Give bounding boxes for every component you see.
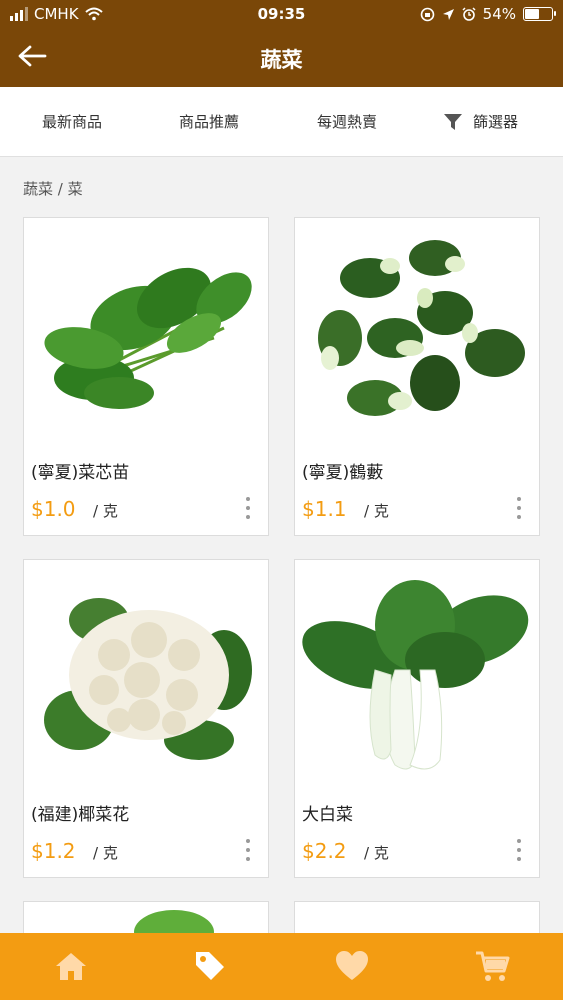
nav-deals[interactable] (190, 948, 230, 984)
more-options-icon[interactable] (242, 836, 254, 864)
filter-icon (444, 113, 462, 130)
nav-home[interactable] (51, 948, 91, 984)
status-right: 54% (420, 5, 556, 23)
tag-icon (196, 952, 224, 980)
orientation-lock-icon (420, 7, 434, 21)
battery-fill (525, 9, 539, 19)
product-unit: / 克 (93, 844, 118, 862)
product-price: $1.2 (31, 839, 76, 863)
product-price: $1.0 (31, 497, 76, 521)
tab-filter[interactable]: 篩選器 (443, 111, 518, 132)
product-image (44, 267, 252, 409)
product-price: $1.1 (302, 497, 347, 521)
product-image (302, 580, 529, 770)
bottom-nav (0, 933, 563, 1000)
product-card[interactable]: 大白菜 $2.2 / 克 (294, 559, 540, 878)
product-card[interactable]: (寧夏)菜芯苗 $1.0 / 克 (23, 217, 269, 536)
page-title: 蔬菜 (260, 48, 303, 72)
product-card[interactable]: (寧夏)鶴藪 $1.1 / 克 (294, 217, 540, 536)
more-options-icon[interactable] (242, 494, 254, 522)
product-name: (寧夏)鶴藪 (302, 463, 384, 483)
cart-icon (476, 951, 510, 981)
tab-weekly-hot[interactable]: 每週熱賣 (317, 111, 377, 132)
app-header: CMHK 09:35 54% 蔬菜 (0, 0, 563, 87)
back-button[interactable] (14, 40, 50, 72)
product-name: 大白菜 (302, 805, 353, 825)
nav-favorites[interactable] (332, 948, 372, 984)
product-price: $2.2 (302, 839, 347, 863)
battery-percent: 54% (482, 5, 516, 23)
product-card[interactable]: (福建)椰菜花 $1.2 / 克 (23, 559, 269, 878)
product-unit: / 克 (364, 502, 389, 520)
tab-newest[interactable]: 最新商品 (42, 111, 102, 132)
tab-recommended[interactable]: 商品推薦 (179, 111, 239, 132)
battery-icon (523, 7, 556, 21)
nav-cart[interactable] (472, 948, 512, 984)
location-icon (442, 8, 454, 20)
product-name: (寧夏)菜芯苗 (31, 463, 130, 483)
status-bar: CMHK 09:35 54% (0, 0, 563, 30)
back-arrow-icon (18, 45, 47, 67)
product-name: (福建)椰菜花 (31, 805, 130, 825)
breadcrumb: 蔬菜 / 菜 (23, 180, 83, 198)
product-unit: / 克 (93, 502, 118, 520)
product-image (318, 240, 525, 416)
more-options-icon[interactable] (513, 494, 525, 522)
more-options-icon[interactable] (513, 836, 525, 864)
tab-filter-label: 篩選器 (473, 113, 519, 131)
tab-bar: 最新商品 商品推薦 每週熱賣 篩選器 (0, 87, 563, 157)
alarm-icon (462, 7, 476, 21)
product-unit: / 克 (364, 844, 389, 862)
heart-icon (336, 951, 368, 980)
home-icon (56, 953, 86, 980)
product-image (44, 598, 252, 760)
